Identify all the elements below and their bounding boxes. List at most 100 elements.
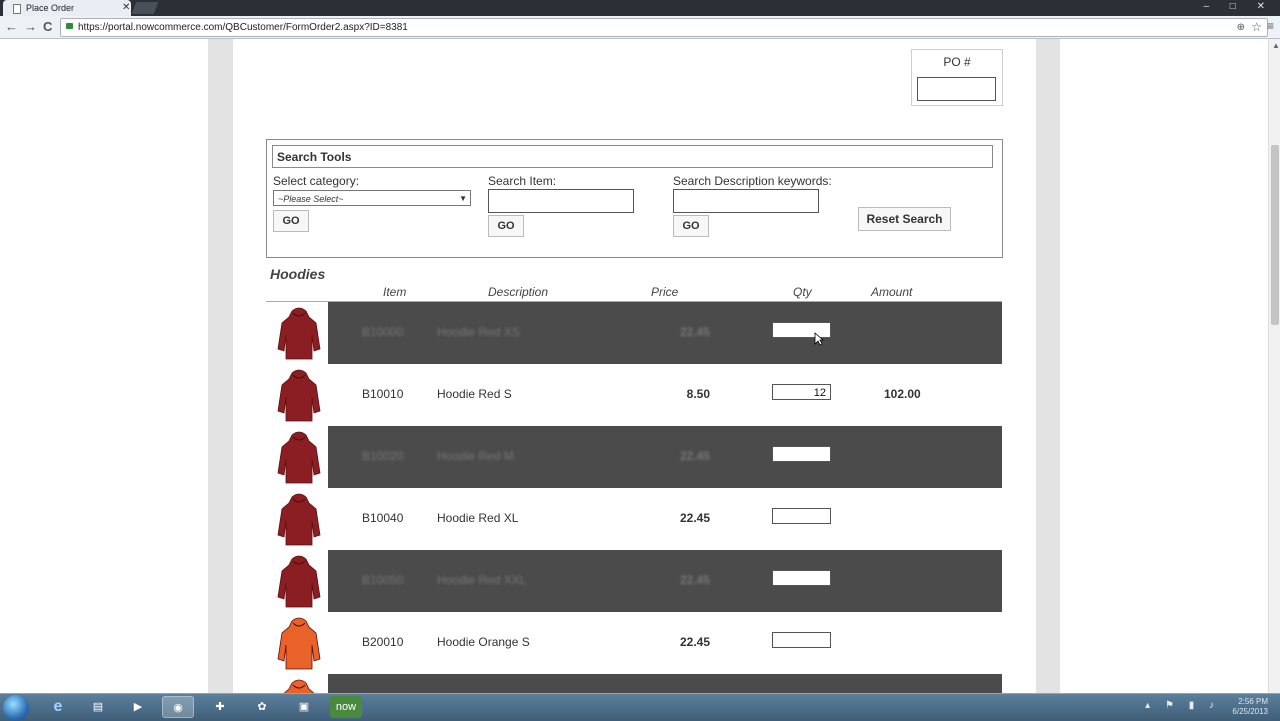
row-qty-input[interactable] [772,632,831,648]
product-thumbnail[interactable] [276,677,322,693]
table-row [266,674,1002,693]
row-item-code: B10020 [362,449,404,463]
row-item-code: B10010 [362,387,404,401]
start-button[interactable] [3,695,29,721]
category-go-button[interactable]: GO [273,210,309,232]
browser-menu-icon[interactable]: ≡ [1267,19,1277,33]
row-description: Hoodie Red XS [437,325,520,339]
category-title: Hoodies [270,266,326,282]
scroll-up-icon[interactable]: ▲ [1272,41,1280,50]
row-description: Hoodie Red M [437,449,514,463]
taskbar-clock[interactable]: 2:56 PM 6/25/2013 [1232,697,1268,717]
chrome-taskbar-icon[interactable]: ◉ [162,696,194,718]
table-row: B10050 Hoodie Red XXL 22.45 [266,550,1002,612]
column-header-qty: Qty [793,285,812,299]
product-thumbnail[interactable] [276,615,322,671]
page-gutter-right [1036,39,1060,693]
product-thumbnail[interactable] [276,305,322,361]
internet-explorer-icon[interactable]: e [42,696,74,718]
product-thumbnail[interactable] [276,367,322,423]
row-qty-input[interactable] [772,570,831,586]
search-description-label: Search Description keywords: [673,174,832,188]
search-tools-header: Search Tools [272,145,993,168]
address-url[interactable]: https://portal.nowcommerce.com/QBCustome… [78,19,408,36]
row-price: 8.50 [686,387,710,401]
file-explorer-icon[interactable]: ▤ [82,696,114,718]
column-header-item: Item [383,285,407,299]
po-number-label: PO # [943,55,971,69]
po-number-input[interactable] [917,77,996,101]
tab-close-icon[interactable]: ✕ [122,0,130,16]
row-price: 22.45 [679,449,710,463]
browser-toolbar: ← → C https://portal.nowcommerce.com/QBC… [0,16,1280,39]
row-description: Hoodie Red XL [437,511,519,525]
hoodie-image [277,307,321,360]
back-arrow-icon[interactable]: ← [5,18,18,36]
row-description: Hoodie Orange S [437,635,530,649]
media-player-icon[interactable]: ▶ [122,696,154,718]
dropdown-arrow-icon: ▼ [459,194,467,203]
row-item-code: B10000 [362,325,404,339]
app-flower-icon[interactable]: ✿ [246,696,278,718]
scrollbar-thumb[interactable] [1271,145,1279,325]
page-viewport: PO # Search Tools Select category: ~Plea… [0,39,1268,693]
now-taskbar-button[interactable]: now [330,696,362,718]
search-description-go-button[interactable]: GO [673,215,709,237]
app-window-icon[interactable]: ▣ [288,696,320,718]
row-item-code: B10050 [362,573,404,587]
window-controls[interactable]: ‒ □ ✕ [1203,0,1274,14]
column-header-description: Description [488,285,549,299]
bookmark-star-icon[interactable]: ☆ [1251,19,1262,36]
row-price: 22.45 [679,573,710,587]
hoodie-image [277,493,321,546]
browser-tab-place-order[interactable]: Place Order ✕ [3,0,131,16]
table-row: B20010 Hoodie Orange S 22.45 [266,612,1002,674]
product-thumbnail[interactable] [276,491,322,547]
category-select[interactable]: ~Please Select~ ▼ [273,190,471,206]
system-tray-icons[interactable]: ▴ ⚑ ▮ ♪ [1145,700,1220,711]
category-label: Select category: [273,174,360,188]
search-description-input[interactable] [673,189,819,213]
row-amount: 102.00 [884,387,921,401]
column-header-amount: Amount [871,285,913,299]
row-qty-input[interactable] [772,508,831,524]
hoodie-image [277,369,321,422]
mouse-cursor-icon [814,332,824,346]
app-taskbar-icon[interactable]: ✚ [204,696,236,718]
product-thumbnail[interactable] [276,553,322,609]
clock-date: 6/25/2013 [1232,707,1268,716]
browser-tab-bar: Place Order ✕ ‒ □ ✕ [0,0,1280,16]
address-bar[interactable]: https://portal.nowcommerce.com/QBCustome… [60,18,1268,37]
row-description: Hoodie Red S [437,387,512,401]
lock-icon [66,23,73,29]
page-gutter-left [208,39,233,693]
hoodie-image [277,555,321,608]
hoodie-image [277,431,321,484]
row-qty-input[interactable]: 12 [772,384,831,400]
zoom-icon[interactable]: ⊕ [1237,19,1245,36]
row-qty-input[interactable] [772,446,831,462]
search-item-go-button[interactable]: GO [488,215,524,237]
table-row: B10020 Hoodie Red M 22.45 [266,426,1002,488]
row-price: 22.45 [679,511,710,525]
hoodie-image [277,617,321,670]
forward-arrow-icon[interactable]: → [24,18,37,36]
new-tab-button[interactable] [131,2,159,14]
product-thumbnail[interactable] [276,429,322,485]
tab-title: Place Order [26,3,75,13]
page-scrollbar[interactable]: ▲ [1268,39,1280,693]
clock-time: 2:56 PM [1238,697,1268,706]
po-number-box: PO # [911,49,1003,106]
category-selected-value: ~Please Select~ [278,194,344,204]
search-tools-panel: Search Tools Select category: ~Please Se… [266,139,1003,258]
page-favicon-icon [13,4,21,14]
reload-icon[interactable]: C [43,18,52,36]
table-row: B10010 Hoodie Red S 8.50 12 102.00 [266,364,1002,426]
reset-search-button[interactable]: Reset Search [858,207,951,231]
table-row: B10000 Hoodie Red XS 22.45 [266,302,1002,364]
row-description: Hoodie Red XXL [437,573,527,587]
row-item-code: B10040 [362,511,404,525]
table-row: B10040 Hoodie Red XL 22.45 [266,488,1002,550]
row-price: 22.45 [679,635,710,649]
search-item-input[interactable] [488,189,634,213]
